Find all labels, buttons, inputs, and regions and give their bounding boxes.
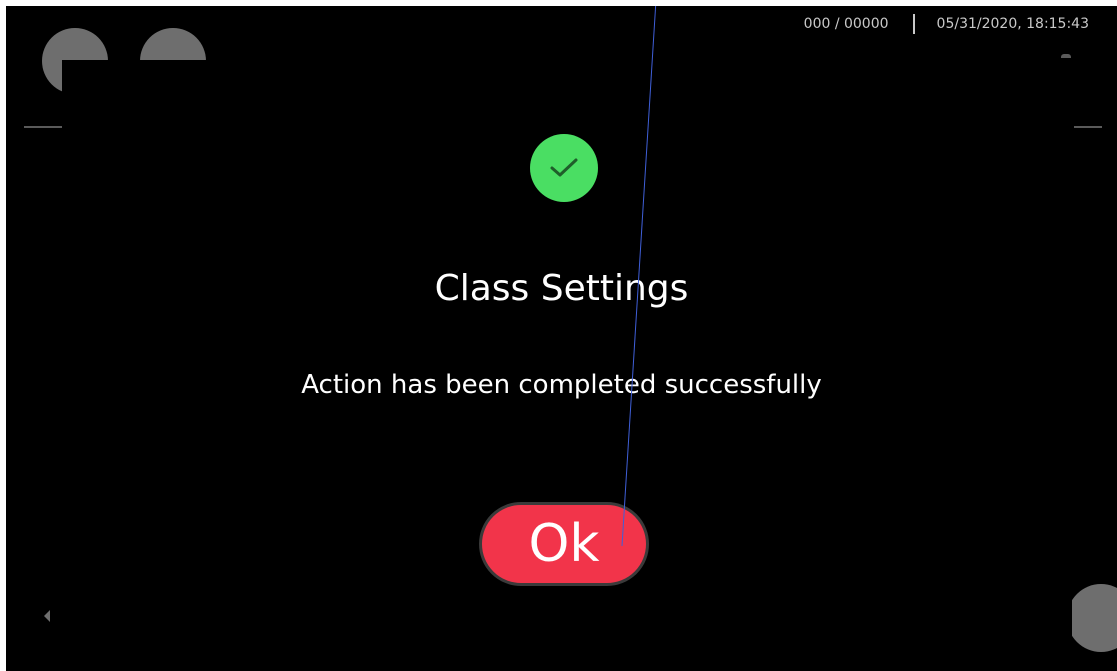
- app-screen: 000 / 00000 05/31/2020, 18:15:43 Class S…: [6, 6, 1117, 671]
- record-counter: 000 / 00000: [803, 16, 889, 32]
- status-bar: 000 / 00000 05/31/2020, 18:15:43: [804, 14, 1089, 34]
- dialog-title: Class Settings: [434, 268, 689, 309]
- background-divider-left: [24, 126, 64, 128]
- background-left-arrow-icon: [44, 610, 50, 622]
- background-round-button-3: [1067, 584, 1117, 652]
- background-divider-right: [1074, 126, 1102, 128]
- background-indicator: [1061, 54, 1071, 58]
- checkmark-icon: [550, 158, 578, 177]
- ok-button[interactable]: Ok: [479, 502, 649, 586]
- dialog-message: Action has been completed successfully: [301, 370, 822, 400]
- status-datetime: 05/31/2020, 18:15:43: [936, 16, 1089, 32]
- status-separator: [912, 14, 915, 34]
- success-check-icon: [530, 134, 598, 202]
